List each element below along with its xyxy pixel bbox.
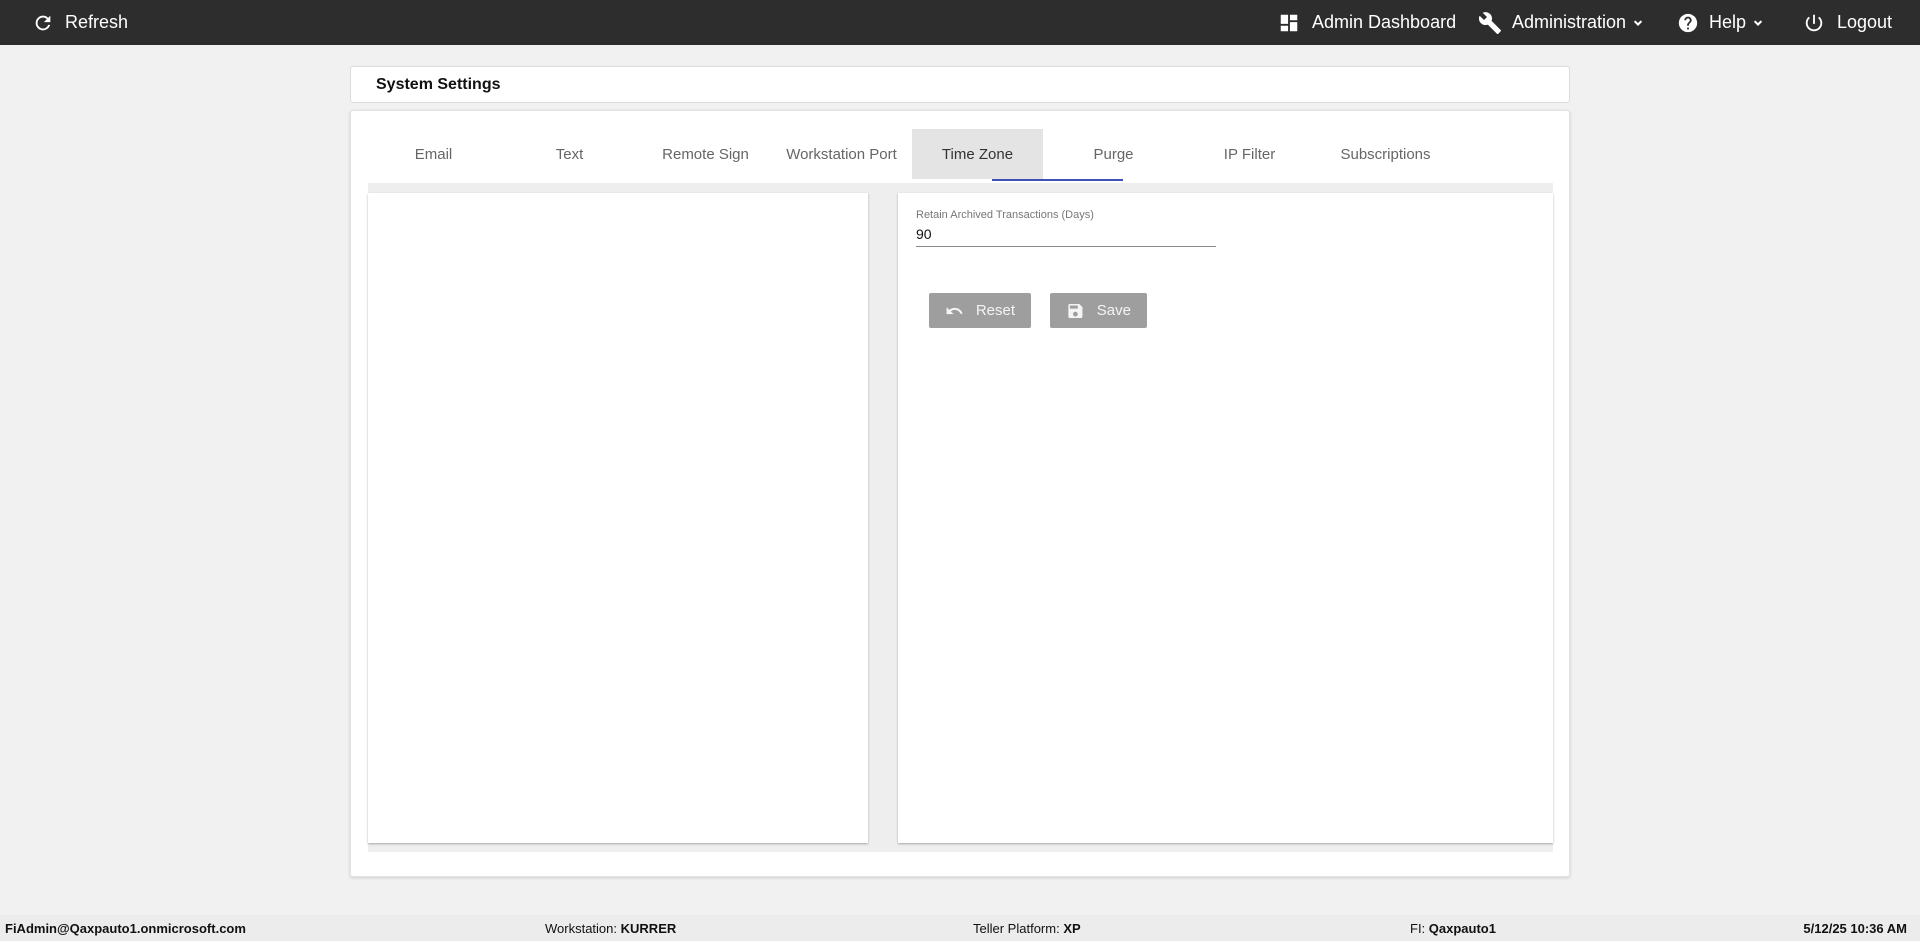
tab-email[interactable]: Email: [368, 129, 499, 179]
settings-tabs: Email Text Remote Sign Workstation Port …: [368, 129, 1553, 183]
help-menu[interactable]: Help: [1677, 0, 1765, 45]
refresh-icon: [35, 15, 51, 30]
retain-archived-label: Retain Archived Transactions (Days): [916, 209, 1094, 221]
status-datetime: 5/12/25 10:36 AM: [1803, 921, 1907, 936]
page-title-card: System Settings: [350, 66, 1570, 103]
teller-platform-value: XP: [1063, 921, 1081, 936]
left-panel: [368, 193, 868, 843]
tab-subscriptions[interactable]: Subscriptions: [1320, 129, 1451, 179]
status-workstation: Workstation: KURRER: [545, 921, 676, 936]
fi-label: FI:: [1410, 921, 1426, 936]
help-icon: [1678, 13, 1698, 32]
workstation-value: KURRER: [620, 921, 677, 936]
teller-platform-label: Teller Platform:: [973, 921, 1060, 936]
power-icon: [1805, 14, 1823, 31]
save-label: Save: [1096, 302, 1131, 319]
admin-dashboard-link[interactable]: Admin Dashboard: [1278, 0, 1456, 45]
workstation-label: Workstation:: [545, 921, 618, 936]
admin-dashboard-label: Admin Dashboard: [1312, 12, 1457, 32]
save-icon: [1068, 303, 1083, 318]
logout-button[interactable]: Logout: [1803, 0, 1892, 45]
tab-content: Retain Archived Transactions (Days) Rese…: [368, 183, 1553, 852]
tab-remote-sign[interactable]: Remote Sign: [640, 129, 771, 179]
active-tab-indicator: [992, 179, 1123, 181]
logout-label: Logout: [1837, 12, 1893, 32]
retain-archived-field: Retain Archived Transactions (Days): [916, 209, 1216, 247]
right-panel: Retain Archived Transactions (Days) Rese…: [898, 193, 1553, 843]
undo-icon: [946, 306, 963, 314]
tab-text[interactable]: Text: [504, 129, 635, 179]
chevron-down-icon: [1753, 19, 1763, 26]
tab-time-zone[interactable]: Time Zone: [912, 129, 1043, 179]
dashboard-icon: [1280, 14, 1298, 31]
fi-value: Qaxpauto1: [1428, 921, 1496, 936]
refresh-label: Refresh: [65, 12, 129, 32]
status-bar: FiAdmin@Qaxpauto1.onmicrosoft.com Workst…: [0, 915, 1920, 941]
administration-label: Administration: [1512, 12, 1627, 32]
refresh-button[interactable]: Refresh: [32, 0, 128, 45]
help-label: Help: [1709, 12, 1747, 32]
save-button[interactable]: Save: [1050, 293, 1147, 328]
tab-workstation-port[interactable]: Workstation Port: [776, 129, 907, 179]
administration-menu[interactable]: Administration: [1478, 0, 1645, 45]
retain-archived-input[interactable]: [916, 226, 1216, 247]
tab-ip-filter[interactable]: IP Filter: [1184, 129, 1315, 179]
settings-card: Email Text Remote Sign Workstation Port …: [350, 110, 1570, 877]
status-user: FiAdmin@Qaxpauto1.onmicrosoft.com: [5, 921, 246, 936]
status-fi: FI: Qaxpauto1: [1410, 921, 1496, 936]
wrench-icon: [1478, 11, 1501, 34]
status-teller-platform: Teller Platform: XP: [973, 921, 1081, 936]
reset-label: Reset: [975, 302, 1015, 319]
page-title: System Settings: [376, 75, 501, 93]
chevron-down-icon: [1633, 19, 1643, 26]
reset-button[interactable]: Reset: [929, 293, 1031, 328]
top-navigation-bar: Refresh Admin Dashboard Administration H…: [0, 0, 1920, 45]
tab-purge[interactable]: Purge: [1048, 129, 1179, 179]
